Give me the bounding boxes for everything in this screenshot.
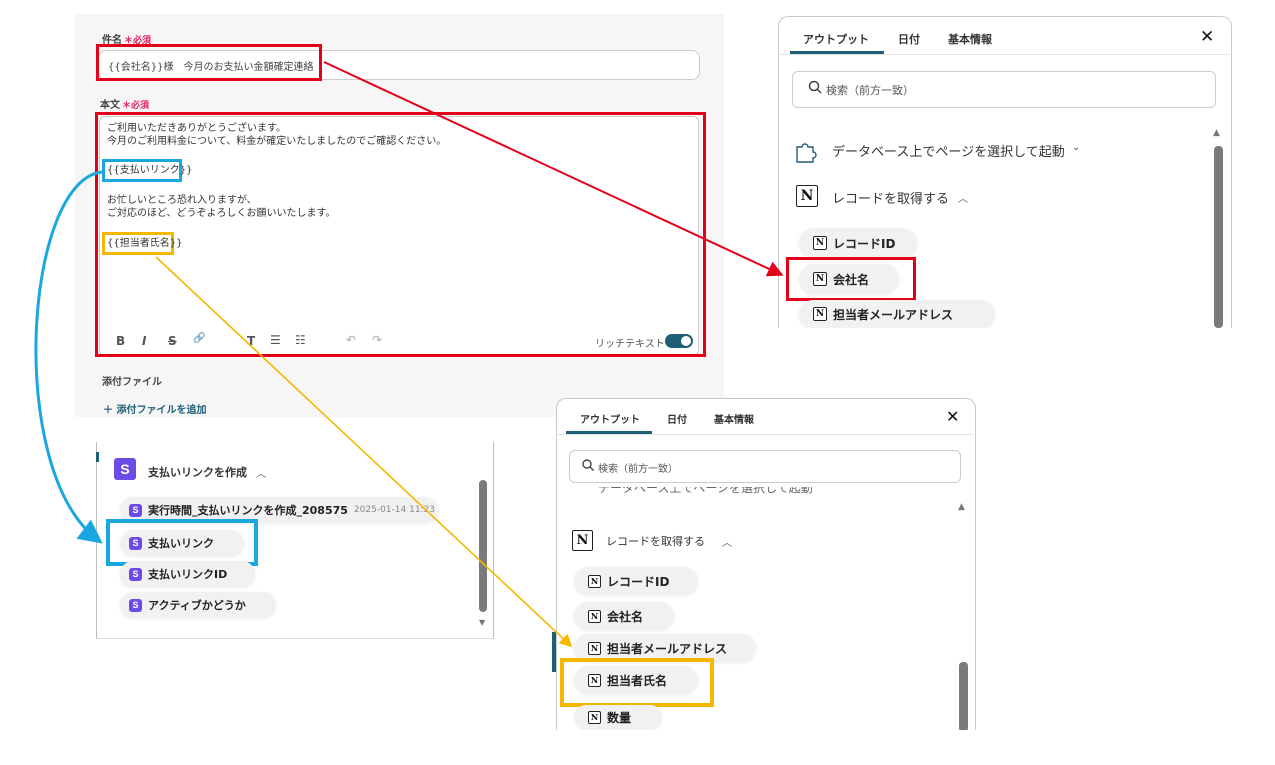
arrow-subject-to-company	[323, 61, 784, 277]
arrow-contact-name	[155, 256, 573, 648]
arrow-payment-link	[34, 170, 103, 544]
annotation-arrows	[34, 61, 784, 648]
